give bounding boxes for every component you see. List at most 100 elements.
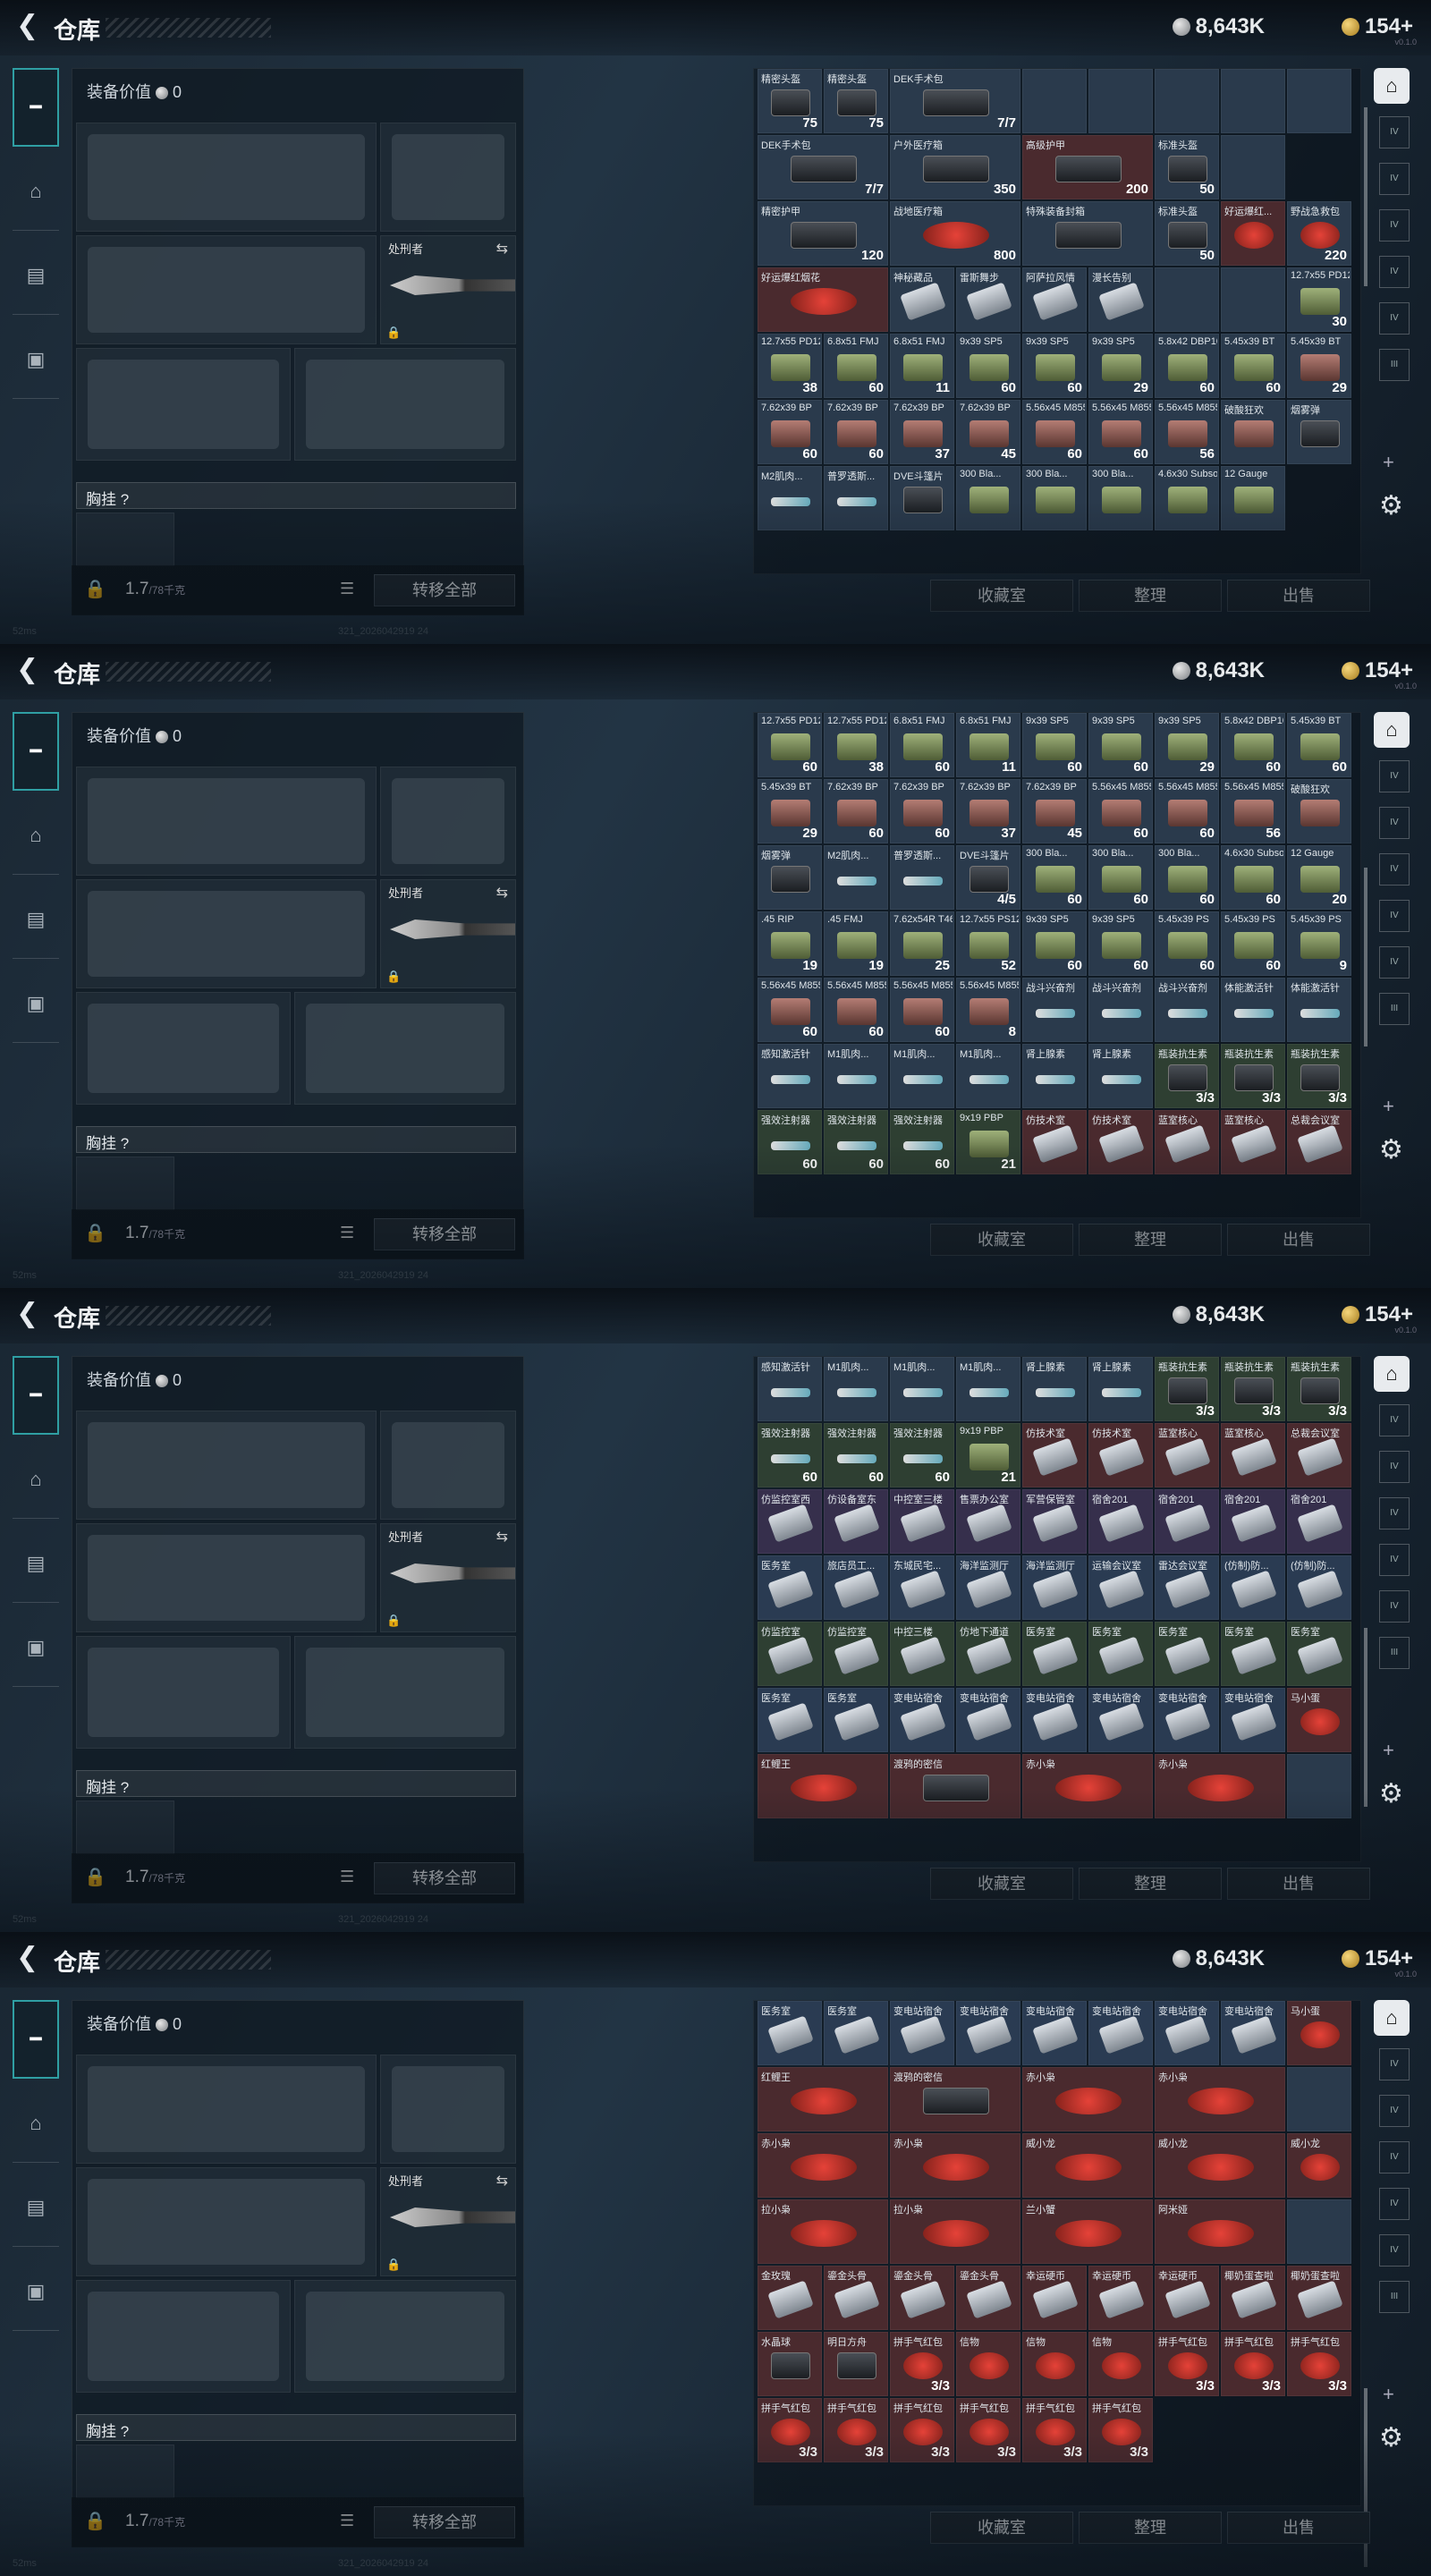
inventory-item[interactable]: 肾上腺素	[1022, 1357, 1087, 1421]
inventory-item[interactable]: 300 Bla...	[1022, 466, 1087, 530]
inventory-item[interactable]: 赤小枭	[890, 2133, 1020, 2198]
inventory-item[interactable]: 售票办公室	[956, 1489, 1020, 1554]
storage-tab-icon[interactable]: III	[1379, 2281, 1410, 2313]
inventory-item[interactable]: M1肌肉...	[956, 1357, 1020, 1421]
inventory-item[interactable]: 中控三楼	[890, 1622, 954, 1686]
inventory-item[interactable]: 300 Bla...	[1088, 466, 1153, 530]
inventory-item[interactable]: 体能激活针	[1221, 978, 1285, 1042]
inventory-item[interactable]: 拼手气红包 3/3	[956, 2398, 1020, 2462]
primary-weapon-slot[interactable]	[76, 123, 377, 232]
secondary-weapon-slot[interactable]	[76, 1523, 377, 1632]
inventory-item[interactable]: DEK手术包 7/7	[758, 135, 888, 199]
tab-backpack[interactable]: ▤	[13, 2168, 59, 2247]
inventory-item[interactable]: 12.7x55 PD12 60	[758, 713, 822, 777]
warehouse-grid[interactable]: 医务室 医务室 变电站宿舍 变电站宿舍 变电站宿舍 变电站宿舍 变电站宿舍 变电站宿舍 马小蛋红…	[753, 2000, 1361, 2506]
inventory-item[interactable]: 6.8x51 FMJ 60	[824, 334, 888, 398]
inventory-item[interactable]: 肾上腺素	[1088, 1044, 1153, 1108]
inventory-item[interactable]: 拼手气红包 3/3	[890, 2332, 954, 2396]
inventory-item[interactable]: 旅店员工...	[824, 1555, 888, 1620]
inventory-item[interactable]: 蓝室核心	[1221, 1423, 1285, 1487]
lock-icon[interactable]: 🔒	[84, 1866, 106, 1888]
tab-armor[interactable]: ⌂	[13, 1440, 59, 1519]
inventory-item[interactable]: 战地医疗箱 800	[890, 201, 1020, 266]
inventory-item[interactable]	[1287, 2199, 1351, 2264]
inventory-item[interactable]: 仿地下通道	[956, 1622, 1020, 1686]
inventory-item[interactable]: .45 FMJ 19	[824, 911, 888, 976]
inventory-item[interactable]: 9x19 PBP 21	[956, 1423, 1020, 1487]
inventory-item[interactable]: 5.45x39 PS 9	[1287, 911, 1351, 976]
storage-tab-icon[interactable]: IV	[1379, 302, 1410, 335]
inventory-item[interactable]: 拼手气红包 3/3	[1287, 2332, 1351, 2396]
storage-tab-icon[interactable]: IV	[1379, 209, 1410, 242]
inventory-item[interactable]: 300 Bla...	[956, 466, 1020, 530]
inventory-item[interactable]: 变电站宿舍	[1088, 1688, 1153, 1752]
inventory-item[interactable]: 威小龙	[1155, 2133, 1285, 2198]
inventory-item[interactable]: 马小蛋	[1287, 1688, 1351, 1752]
storage-tab-icon[interactable]: III	[1379, 349, 1410, 381]
inventory-item[interactable]: 强效注射器 60	[758, 1423, 822, 1487]
inventory-item[interactable]: 好运爆红烟花	[758, 267, 888, 332]
inventory-item[interactable]: 9x39 SP5 29	[1088, 334, 1153, 398]
inventory-item[interactable]: 拼手气红包 3/3	[1155, 2332, 1219, 2396]
tab-armor[interactable]: ⌂	[13, 2084, 59, 2163]
melee-slot[interactable]: 处刑者 ⇆ 🔒	[380, 2167, 516, 2276]
inventory-item[interactable]	[1088, 69, 1153, 133]
melee-slot[interactable]: 处刑者 ⇆ 🔒	[380, 235, 516, 344]
inventory-item[interactable]: 12.7x55 PD12 30	[1287, 267, 1351, 332]
inventory-item[interactable]: 5.56x45 M855 60	[890, 978, 954, 1042]
inventory-item[interactable]: 9x39 SP5 29	[1155, 713, 1219, 777]
inventory-item[interactable]: 烟雾弹	[1287, 400, 1351, 464]
inventory-item[interactable]: 仿技术室	[1022, 1110, 1087, 1174]
inventory-item[interactable]: 总裁会议室	[1287, 1423, 1351, 1487]
gear-icon[interactable]: ⚙	[1379, 1134, 1403, 1165]
gold-currency[interactable]: 154+	[1341, 658, 1413, 683]
inventory-item[interactable]: 宿舍201	[1155, 1489, 1219, 1554]
inventory-item[interactable]: 特殊装备封箱	[1022, 201, 1153, 266]
inventory-item[interactable]: 高级护甲 200	[1022, 135, 1153, 199]
inventory-item[interactable]: 变电站宿舍	[1155, 2001, 1219, 2065]
melee-slot[interactable]: 处刑者 ⇆ 🔒	[380, 1523, 516, 1632]
chest-rig-slot[interactable]	[76, 2445, 174, 2498]
transfer-all-button[interactable]: 转移全部	[374, 1862, 515, 1894]
inventory-item[interactable]: 9x39 SP5 60	[1022, 911, 1087, 976]
inventory-item[interactable]: 拉小枭	[758, 2199, 888, 2264]
list-icon[interactable]: ☰	[340, 1224, 354, 1242]
storage-tab-icon[interactable]: IV	[1379, 163, 1410, 195]
pistol-slot[interactable]	[380, 123, 516, 232]
inventory-item[interactable]: 中控室三楼	[890, 1489, 954, 1554]
list-icon[interactable]: ☰	[340, 2512, 354, 2530]
warehouse-icon[interactable]: ⌂	[1374, 712, 1410, 748]
inventory-item[interactable]: 瓶装抗生素 3/3	[1287, 1357, 1351, 1421]
inventory-item[interactable]: 精密头盔 75	[824, 69, 888, 133]
pistol-slot[interactable]	[380, 2055, 516, 2164]
inventory-item[interactable]: 赤小枭	[1022, 2067, 1153, 2131]
warehouse-icon[interactable]: ⌂	[1374, 2000, 1410, 2036]
sort-button[interactable]: 整理	[1079, 580, 1222, 612]
inventory-item[interactable]: 阿米娅	[1155, 2199, 1285, 2264]
lock-icon[interactable]: 🔒	[84, 2510, 106, 2532]
chest-rig-slot[interactable]	[76, 1801, 174, 1854]
inventory-item[interactable]: 7.62x39 BP 60	[890, 779, 954, 843]
inventory-item[interactable]: 医务室	[1088, 1622, 1153, 1686]
swap-icon[interactable]: ⇆	[496, 2172, 508, 2190]
tab-weapons[interactable]: ━	[13, 712, 59, 791]
inventory-item[interactable]: 鎏金头骨	[956, 2266, 1020, 2330]
inventory-item[interactable]: 阿萨拉风情	[1022, 267, 1087, 332]
list-icon[interactable]: ☰	[340, 1868, 354, 1886]
inventory-item[interactable]: 战斗兴奋剂	[1088, 978, 1153, 1042]
inventory-item[interactable]: 精密护甲 120	[758, 201, 888, 266]
inventory-item[interactable]: 医务室	[1287, 1622, 1351, 1686]
inventory-item[interactable]: 普罗透斯...	[890, 845, 954, 910]
inventory-item[interactable]: 6.8x51 FMJ 11	[956, 713, 1020, 777]
inventory-item[interactable]: 信物	[956, 2332, 1020, 2396]
collection-button[interactable]: 收藏室	[930, 2512, 1073, 2544]
inventory-item[interactable]: M1肌肉...	[824, 1044, 888, 1108]
inventory-item[interactable]: 12.7x55 PD12 38	[824, 713, 888, 777]
tab-armor[interactable]: ⌂	[13, 152, 59, 231]
inventory-item[interactable]: DVE斗篷片	[890, 466, 954, 530]
sell-button[interactable]: 出售	[1227, 580, 1370, 612]
chest-rig-row[interactable]: 胸挂 ?	[76, 1770, 516, 1797]
collection-button[interactable]: 收藏室	[930, 580, 1073, 612]
storage-tab-icon[interactable]: IV	[1379, 256, 1410, 288]
gold-currency[interactable]: 154+	[1341, 1946, 1413, 1971]
